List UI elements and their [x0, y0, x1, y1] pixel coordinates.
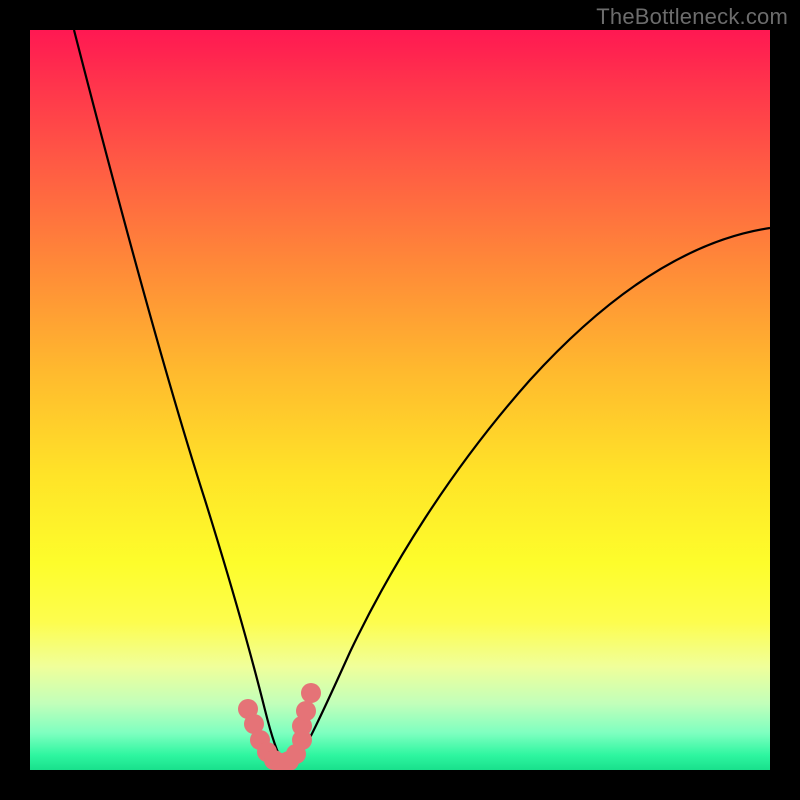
- watermark-text: TheBottleneck.com: [596, 4, 788, 30]
- left-curve: [74, 30, 283, 762]
- right-curve: [296, 228, 770, 762]
- plot-area: [30, 30, 770, 770]
- chart-svg: [30, 30, 770, 770]
- chart-frame: TheBottleneck.com: [0, 0, 800, 800]
- marker-group: [238, 683, 321, 770]
- marker-dot: [296, 701, 316, 721]
- marker-dot: [301, 683, 321, 703]
